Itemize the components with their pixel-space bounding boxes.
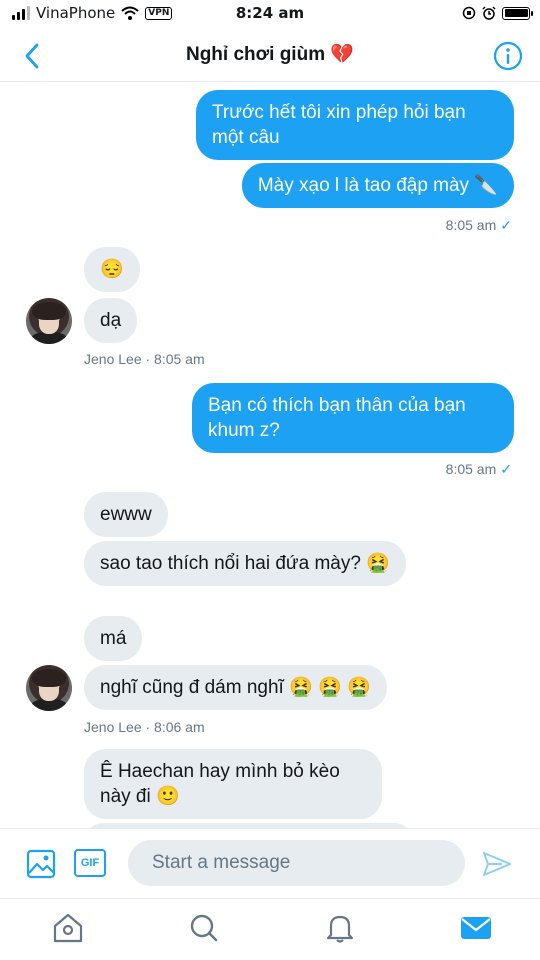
orientation-lock-icon <box>462 6 476 20</box>
message-bubble-outgoing[interactable]: Trước hết tôi xin phép hỏi bạn một câu <box>196 90 514 160</box>
message-input[interactable] <box>128 840 465 886</box>
message-sender-meta: Jeno Lee · 8:05 am <box>84 351 205 367</box>
tab-search[interactable] <box>186 911 222 945</box>
status-time: 8:24 am <box>235 4 305 22</box>
alarm-icon <box>482 6 496 20</box>
message-bubble-incoming[interactable]: ewww <box>84 492 168 537</box>
image-icon <box>26 849 56 879</box>
info-icon <box>493 41 523 71</box>
tab-home[interactable] <box>50 911 86 945</box>
home-icon <box>53 913 83 943</box>
send-button[interactable] <box>480 847 514 881</box>
tab-messages[interactable] <box>458 911 494 945</box>
message-bubble-outgoing[interactable]: Bạn có thích bạn thân của bạn khum z? <box>192 383 514 453</box>
status-bar: VinaPhone VPN 8:24 am <box>0 0 540 30</box>
message-timestamp: 8:05 am <box>445 217 497 233</box>
info-button[interactable] <box>492 40 524 72</box>
conversation-title: Nghỉ chơi giùm 💔 <box>185 44 355 65</box>
avatar[interactable] <box>26 298 72 344</box>
read-check-icon: ✓ <box>500 217 512 233</box>
message-list[interactable]: Trước hết tôi xin phép hỏi bạn một câu M… <box>0 82 540 828</box>
message-bubble-incoming[interactable]: Ê Haechan hay mình bỏ kèo này đi 🙂 <box>84 749 382 819</box>
avatar[interactable] <box>26 665 72 711</box>
message-bubble-incoming[interactable]: má <box>84 616 143 661</box>
read-check-icon: ✓ <box>500 461 512 477</box>
message-meta: 8:05 am ✓ <box>446 217 512 234</box>
message-bubble-incoming[interactable]: sao tao thích nổi hai đứa mày? 🤮 <box>84 541 406 586</box>
mail-icon <box>461 917 491 939</box>
message-composer: GIF <box>0 828 540 898</box>
message-bubble-incoming[interactable]: dạ <box>84 298 138 343</box>
conversation-header: Nghỉ chơi giùm 💔 <box>0 30 540 82</box>
status-right <box>462 6 533 20</box>
add-photo-button[interactable] <box>26 849 58 879</box>
send-icon <box>483 852 511 876</box>
bottom-tab-bar <box>0 898 540 960</box>
bell-icon <box>326 915 354 943</box>
message-bubble-outgoing[interactable]: Mày xạo l là tao đập mày 🔪 <box>241 163 514 208</box>
message-sender-meta: Jeno Lee · 8:06 am <box>84 719 205 735</box>
message-bubble-incoming[interactable]: 😔 <box>84 247 140 292</box>
tab-notifications[interactable] <box>322 911 358 945</box>
battery-icon <box>502 6 533 20</box>
search-icon <box>190 914 218 942</box>
message-bubble-incoming[interactable]: nghĩ cũng đ dám nghĩ 🤮 🤮 🤮 <box>84 665 387 710</box>
gif-button[interactable]: GIF <box>74 849 106 877</box>
message-timestamp: 8:05 am <box>445 461 497 477</box>
message-meta: 8:05 am ✓ <box>446 461 512 478</box>
